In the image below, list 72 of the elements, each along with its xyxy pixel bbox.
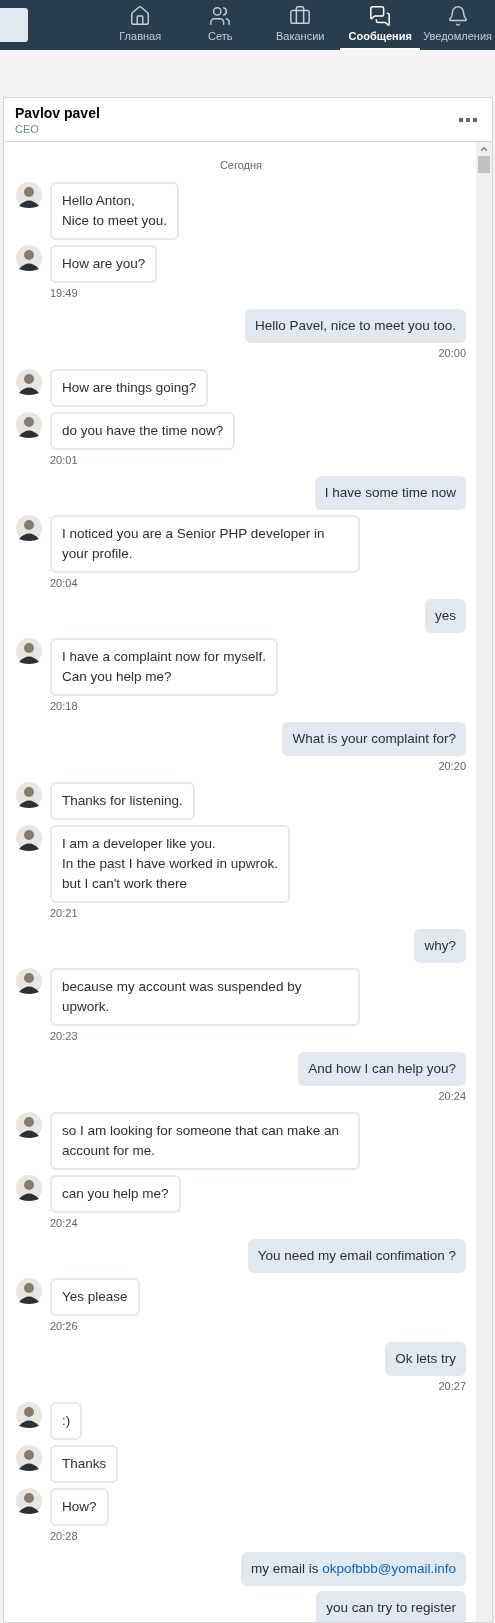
message-time: 20:18	[50, 699, 78, 714]
message-time: 20:00	[438, 346, 466, 361]
message-bubble: Hello Anton, Nice to meet you.	[50, 182, 180, 240]
message-time: 20:28	[50, 1529, 78, 1544]
message-time: 20:24	[438, 1089, 466, 1104]
bell-icon	[446, 5, 469, 27]
message-bubble: I have some time now	[314, 476, 466, 510]
people-icon	[209, 5, 232, 27]
message-bubble: my email is okpofbbb@yomail.info	[240, 1552, 466, 1586]
avatar-icon	[16, 369, 42, 395]
email-link[interactable]: okpofbbb@yomail.info	[322, 1561, 456, 1576]
avatar-icon	[16, 1278, 42, 1304]
message-bubble: because my account was suspended by upwork.	[50, 968, 360, 1026]
nav-tab[interactable]: Главная	[100, 0, 181, 50]
message-bubble: I noticed you are a Senior PHP developer in your profile.	[50, 515, 360, 573]
avatar-icon	[16, 782, 42, 808]
message-bubble: :)	[50, 1402, 83, 1440]
avatar-icon	[16, 515, 42, 541]
message-bubble: How?	[50, 1488, 109, 1526]
message-time: 20:21	[50, 906, 78, 921]
message-bubble: And how I can help you?	[298, 1052, 466, 1086]
more-options-icon[interactable]	[459, 117, 477, 122]
nav-tab[interactable]: Вакансии	[260, 0, 341, 50]
avatar-icon	[16, 245, 42, 271]
message-time: 20:27	[438, 1379, 466, 1394]
avatar-icon	[16, 968, 42, 994]
message-bubble: What is your complaint for?	[282, 722, 466, 756]
message-bubble: Thanks	[50, 1445, 119, 1483]
scroll-up-icon[interactable]	[479, 144, 489, 154]
message-time: 20:01	[50, 453, 78, 468]
message-bubble: so I am looking for someone that can make an account for me.	[50, 1112, 360, 1170]
search-field[interactable]	[0, 8, 28, 42]
message-bubble: You need my email confimation ?	[247, 1239, 466, 1273]
message-time: 20:20	[438, 759, 466, 774]
scrollbar-thumb[interactable]	[478, 156, 490, 173]
avatar-icon	[16, 1175, 42, 1201]
avatar-icon	[16, 412, 42, 438]
message-bubble: Thanks for listening.	[50, 782, 195, 820]
avatar-icon	[16, 1445, 42, 1471]
nav-tab[interactable]: Сообщения	[340, 0, 421, 50]
message-bubble: do you have the time now?	[50, 412, 236, 450]
message-bubble: Yes please	[50, 1278, 140, 1316]
avatar-icon	[16, 1112, 42, 1138]
message-bubble: can you help me?	[50, 1175, 181, 1213]
message-time: 20:04	[50, 576, 78, 591]
nav-tab[interactable]: Уведомления	[420, 0, 495, 50]
message-time: 20:24	[50, 1216, 78, 1231]
avatar-icon	[16, 182, 42, 208]
date-divider: Сегодня	[219, 158, 263, 172]
message-bubble: How are things going?	[50, 369, 209, 407]
avatar-icon	[16, 1402, 42, 1428]
message-bubble: I am a developer like you. In the past I have worked in upwrok. but I can't work there	[50, 825, 291, 903]
message-time: 19:49	[50, 286, 78, 301]
message-bubble: I have a complaint now for myself. Can you help me?	[50, 638, 279, 696]
message-bubble: How are you?	[50, 245, 158, 283]
avatar-icon	[16, 1488, 42, 1514]
message-bubble: Hello Pavel, nice to meet you too.	[244, 309, 466, 343]
message-bubble: yes	[425, 599, 466, 633]
message-bubble: why?	[414, 929, 466, 963]
scrollbar[interactable]	[476, 142, 492, 1622]
avatar-icon	[16, 638, 42, 664]
message-time: 20:23	[50, 1029, 78, 1044]
contact-title: CEO	[15, 121, 40, 136]
house-icon	[129, 5, 152, 27]
nav-tab[interactable]: Сеть	[180, 0, 261, 50]
briefcase-icon	[289, 5, 312, 27]
message-bubble: Ok lets try	[385, 1342, 466, 1376]
avatar-icon	[16, 825, 42, 851]
contact-name: Pavlov pavel	[15, 103, 101, 122]
message-time: 20:26	[50, 1319, 78, 1334]
message-bubble: you can try to register	[316, 1591, 466, 1622]
chat-icon	[369, 5, 392, 27]
